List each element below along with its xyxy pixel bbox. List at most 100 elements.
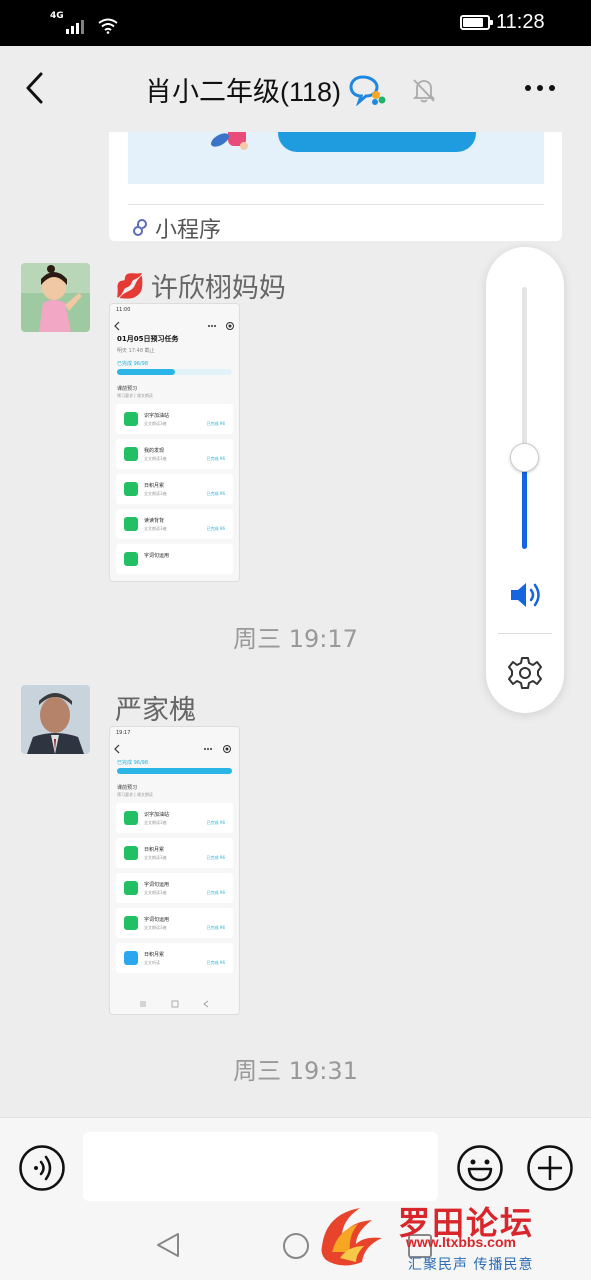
mini-task-item: 识字加油站 全文朗读3遍 已完成 96 — [116, 803, 233, 833]
task-name: 字词句运用 — [144, 917, 170, 923]
task-meta: 全文朗读3遍 — [144, 925, 167, 930]
image-message[interactable]: 11:00 01月05日预习任务 明天 17:48 截止 已完成 96/98 课… — [109, 303, 240, 582]
volume-slider[interactable] — [522, 287, 527, 549]
task-meta: 全文朗读3遍 — [144, 820, 167, 825]
mini-progress-bar — [117, 369, 232, 375]
mini-status-time: 11:00 — [116, 307, 131, 313]
task-meta: 全文朗读3遍 — [144, 526, 167, 531]
mini-status-bar: 19:17 — [110, 727, 239, 741]
volume-slider-thumb[interactable] — [510, 443, 539, 473]
speaker-icon[interactable] — [508, 580, 544, 610]
task-icon — [124, 482, 138, 496]
battery-icon — [460, 15, 493, 30]
emoji-icon[interactable] — [456, 1144, 504, 1192]
mini-task-title: 01月05日预习任务 — [117, 335, 179, 343]
task-meta: 全文朗读3遍 — [144, 491, 167, 496]
mini-task-item: 字词句运用 全文朗读3遍 已完成 96 — [116, 873, 233, 903]
card-button-shape — [278, 132, 476, 152]
task-meta: 全文朗读3遍 — [144, 855, 167, 860]
back-arrow-icon[interactable] — [18, 68, 54, 108]
sender-name-row: 💋 许欣栩妈妈 — [115, 266, 286, 305]
task-stat: 已完成 96 — [206, 421, 225, 426]
cartoon-figure-icon — [210, 132, 248, 150]
sender-name: 严家槐 — [115, 695, 196, 726]
task-name: 我的发现 — [144, 448, 165, 454]
man-avatar-image — [21, 685, 90, 754]
mini-nav-icons — [114, 744, 231, 754]
task-icon — [124, 447, 138, 461]
task-meta: 全文朗读3遍 — [144, 421, 167, 426]
mini-program-label: 小程序 — [155, 218, 222, 243]
wifi-icon — [98, 18, 118, 34]
mini-progress-label: 已完成 96/98 — [117, 361, 148, 367]
task-meta: 全文听读 — [144, 960, 160, 965]
mini-task-item: 日积月累 全文朗读3遍 已完成 96 — [116, 838, 233, 868]
link-icon — [133, 219, 147, 236]
task-name: 字词句运用 — [144, 553, 170, 559]
timestamp: 周三 19:31 — [233, 1057, 358, 1085]
task-stat: 已完成 96 — [206, 890, 225, 895]
clock: 11:28 — [496, 11, 545, 33]
card-banner — [128, 132, 544, 184]
mini-section-title: 课前预习 — [117, 785, 138, 791]
task-name: 日积月累 — [144, 847, 165, 853]
task-stat: 已完成 96 — [206, 960, 225, 965]
task-meta: 全文朗读3遍 — [144, 890, 167, 895]
mini-progress-fill — [117, 768, 232, 774]
task-name: 日积月累 — [144, 952, 165, 958]
kiss-emoji-icon: 💋 — [115, 271, 145, 300]
task-name: 读读背背 — [144, 518, 165, 524]
task-icon — [124, 951, 138, 965]
mini-status-bar: 11:00 — [110, 304, 239, 318]
plus-icon[interactable] — [526, 1144, 574, 1192]
girl-avatar-image — [21, 263, 90, 332]
more-dots-icon[interactable] — [520, 76, 560, 100]
avatar[interactable] — [21, 263, 90, 332]
card-footer: 小程序 — [131, 212, 221, 244]
mini-nav-icons — [114, 321, 234, 331]
task-name: 识字加油站 — [144, 413, 170, 419]
watermark-slogan: 汇聚民声 传播民意 — [408, 1257, 534, 1273]
task-stat: 已完成 96 — [206, 526, 225, 531]
mini-status-time: 19:17 — [116, 730, 131, 736]
signal-icon — [66, 20, 84, 34]
status-bar: 4G 11:28 — [0, 0, 591, 46]
avatar[interactable] — [21, 685, 90, 754]
task-icon — [124, 846, 138, 860]
task-stat: 已完成 96 — [206, 925, 225, 930]
mini-progress-bar — [117, 768, 232, 774]
task-icon — [124, 412, 138, 426]
mini-deadline: 明天 17:48 截止 — [117, 348, 155, 354]
chat-title: 肖小二年级(118) — [145, 77, 342, 107]
nav-home-icon[interactable] — [282, 1232, 310, 1260]
mini-task-item: 日积月累 全文听读 已完成 96 — [116, 943, 233, 973]
task-icon — [124, 916, 138, 930]
task-stat: 已完成 96 — [206, 820, 225, 825]
task-meta: 全文朗读3遍 — [144, 456, 167, 461]
voice-input-icon[interactable] — [18, 1144, 66, 1192]
mini-task-item: 字词句运用 — [116, 544, 233, 574]
mini-system-nav — [140, 1000, 209, 1008]
task-icon — [124, 552, 138, 566]
mini-task-item: 日积月累 全文朗读3遍 已完成 96 — [116, 474, 233, 504]
task-name: 识字加油站 — [144, 812, 170, 818]
image-message[interactable]: 19:17 已完成 96/98 课前预习 预习要求 | 课文朗读 识字加油站 全… — [109, 726, 240, 1015]
mini-program-card[interactable]: 小程序 — [109, 132, 562, 244]
volume-panel — [486, 247, 564, 713]
mini-section-title: 课前预习 — [117, 386, 138, 392]
mini-progress-label: 已完成 96/98 — [117, 760, 148, 766]
phoenix-logo-icon — [321, 1208, 382, 1266]
title-group: 肖小二年级(118) — [145, 70, 439, 109]
task-name: 日积月累 — [144, 483, 165, 489]
task-name: 字词句运用 — [144, 882, 170, 888]
mini-nav-bar — [110, 318, 239, 334]
task-stat: 已完成 96 — [206, 456, 225, 461]
task-icon — [124, 517, 138, 531]
mini-task-item: 字词句运用 全文朗读3遍 已完成 96 — [116, 908, 233, 938]
nav-back-icon[interactable] — [154, 1230, 184, 1260]
message-input[interactable] — [83, 1132, 438, 1201]
chat-header: 肖小二年级(118) — [0, 46, 591, 132]
gear-icon[interactable] — [507, 655, 543, 691]
mini-nav-bar — [110, 741, 239, 757]
task-icon — [124, 881, 138, 895]
